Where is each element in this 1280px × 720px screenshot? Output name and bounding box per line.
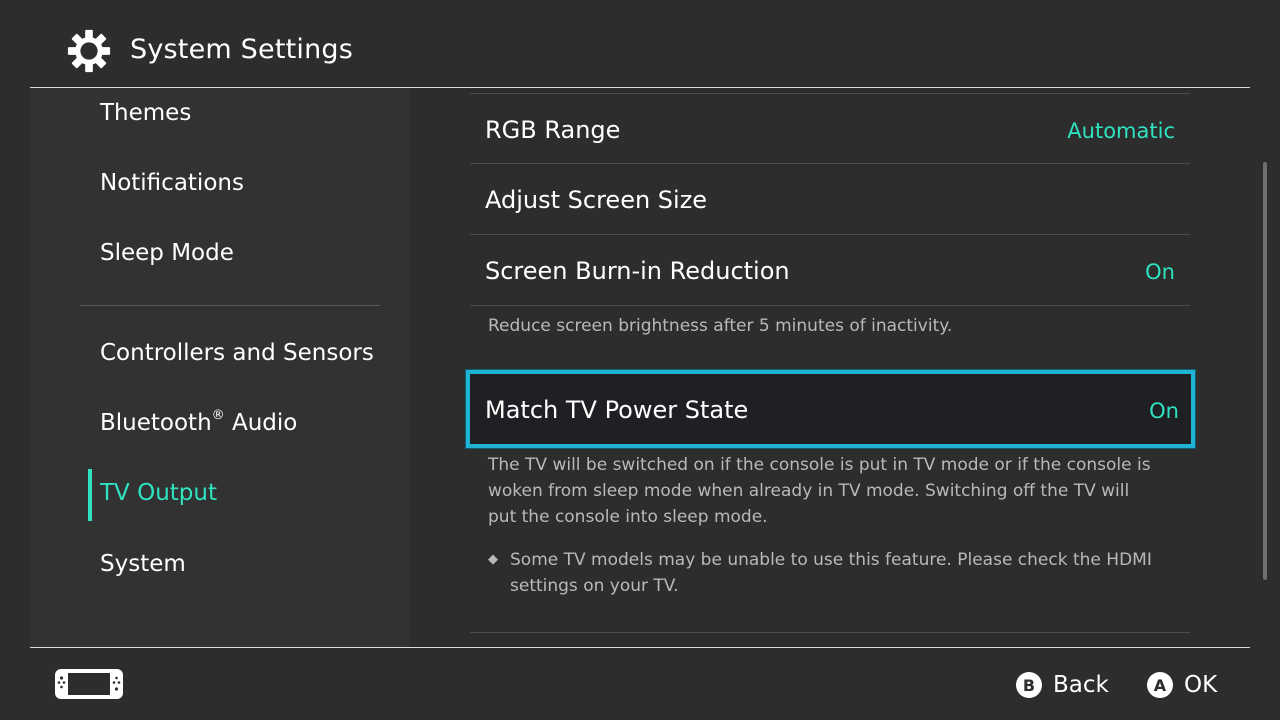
setting-value: Automatic [1067,119,1175,143]
console-icon [55,669,123,699]
sidebar-item-notifications[interactable]: Notifications [100,170,244,196]
ok-button[interactable]: A OK [1147,671,1217,699]
sidebar-item-label-suffix: Audio [224,410,298,436]
setting-value: On [1145,260,1175,284]
sidebar-item-tv-output[interactable]: TV Output [100,480,217,506]
setting-match-tv-power-state[interactable]: Match TV Power State On [466,370,1195,448]
sidebar-item-label: TV Output [100,480,217,506]
description-line: woken from sleep mode when already in TV… [488,481,1130,501]
sidebar-item-sleep-mode[interactable]: Sleep Mode [100,240,234,266]
setting-label: Adjust Screen Size [485,186,708,214]
setting-rgb-range[interactable]: RGB Range Automatic [470,94,1190,164]
sidebar-item-label: Themes [100,100,192,126]
scrollbar[interactable] [1263,162,1267,580]
settings-screen: System Settings Themes Notifications Sle… [0,0,1280,720]
setting-value: On [1149,399,1179,423]
registered-mark: ® [211,408,225,424]
settings-list: RGB Range Automatic Adjust Screen Size S… [466,88,1195,647]
sidebar-item-label: Controllers and Sensors [100,340,374,366]
footer-divider [30,647,1250,648]
description-line: put the console into sleep mode. [488,507,768,527]
ok-label: OK [1184,672,1218,698]
setting-screen-burn-in-reduction[interactable]: Screen Burn-in Reduction On [470,235,1190,305]
setting-description: Reduce screen brightness after 5 minutes… [488,316,953,336]
row-divider [470,305,1190,306]
a-button-icon: A [1147,672,1173,698]
back-button[interactable]: B Back [1016,671,1109,699]
note-line: Some TV models may be unable to use this… [510,550,1152,570]
note-line: settings on your TV. [510,576,679,596]
b-button-icon: B [1016,672,1042,698]
page-title: System Settings [130,34,354,65]
sidebar-item-label: Sleep Mode [100,240,234,266]
sidebar-item-bluetooth-audio[interactable]: Bluetooth® Audio [100,408,298,436]
setting-label: RGB Range [485,116,621,144]
setting-adjust-screen-size[interactable]: Adjust Screen Size [470,164,1190,234]
setting-label: Screen Burn-in Reduction [485,257,790,285]
sidebar-item-label: Notifications [100,170,244,196]
sidebar-item-themes[interactable]: Themes [100,100,191,126]
sidebar-divider [80,305,380,306]
sidebar-item-label: Bluetooth [100,410,212,436]
setting-note: ◆ Some TV models may be unable to use th… [488,547,1178,599]
description-line: The TV will be switched on if the consol… [488,455,1151,475]
active-indicator [88,469,92,521]
row-divider [470,632,1190,633]
sidebar-item-system[interactable]: System [100,551,186,577]
setting-description: The TV will be switched on if the consol… [488,452,1188,530]
sidebar-item-controllers-and-sensors[interactable]: Controllers and Sensors [100,340,374,366]
header: System Settings [0,0,1280,88]
gear-icon [67,29,111,73]
diamond-bullet-icon: ◆ [488,552,498,567]
setting-label: Match TV Power State [485,396,749,424]
back-label: Back [1053,672,1109,698]
sidebar: Themes Notifications Sleep Mode Controll… [30,88,410,647]
sidebar-item-label: System [100,551,186,577]
